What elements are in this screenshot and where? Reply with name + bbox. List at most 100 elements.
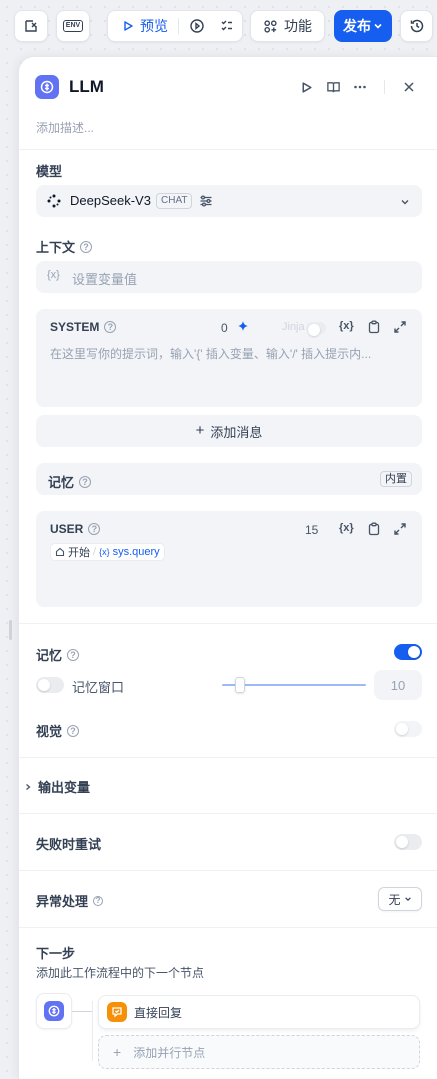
context-variable-input[interactable]: {x} 设置变量值 [36, 261, 422, 293]
memory-section-label: 记忆 ? [36, 645, 80, 664]
model-settings-icon[interactable] [199, 194, 213, 208]
add-parallel-node-button[interactable]: + 添加并行节点 [98, 1035, 420, 1069]
panel-resize-handle[interactable] [9, 620, 12, 640]
plus-icon: + [113, 1044, 122, 1060]
close-panel-button[interactable] [399, 77, 419, 97]
chevron-right-icon [26, 783, 31, 790]
memory-toggle[interactable] [394, 644, 422, 660]
run-history-button[interactable] [184, 11, 210, 41]
vision-toggle[interactable] [394, 721, 422, 737]
output-vars-toggle[interactable]: 输出变量 [24, 777, 90, 796]
variable-pill[interactable]: 开始 / {x} sys.query [50, 543, 165, 561]
chevron-down-icon [374, 23, 382, 29]
error-handling-text: 异常处理 [36, 894, 89, 909]
env-icon: ENV [62, 20, 84, 32]
description-input[interactable]: 添加描述... [36, 119, 94, 136]
node-config-panel: LLM 添加描述... 模型 DeepSeek-V3 CHAT 上下文 ? {x… [18, 56, 437, 1079]
output-vars-label: 输出变量 [38, 780, 91, 795]
node-title[interactable]: LLM [69, 77, 104, 97]
divider [19, 757, 437, 758]
memory-window-value-text: 10 [390, 677, 406, 693]
connector-line [72, 1011, 92, 1012]
add-message-button[interactable]: + 添加消息 [36, 415, 422, 447]
retry-section-label: 失败时重试 [36, 834, 101, 853]
more-horizontal-icon [354, 85, 366, 89]
memory-block-label: 记忆 ? [48, 472, 92, 491]
help-icon: ? [93, 895, 104, 906]
memory-window-slider[interactable] [222, 677, 366, 693]
features-button[interactable]: 功能 [250, 10, 325, 42]
variable-icon: {x} [99, 547, 110, 557]
more-options-button[interactable] [350, 77, 370, 97]
memory-block: 记忆 ? 内置 [36, 463, 422, 495]
connector-vertical [92, 1001, 93, 1061]
version-history-button[interactable] [400, 10, 433, 42]
retry-label-text: 失败时重试 [36, 837, 102, 852]
variable-inspect-button[interactable] [14, 10, 48, 42]
error-handling-label: 异常处理 ? [36, 891, 104, 910]
add-message-label: 添加消息 [210, 424, 263, 440]
help-icon: ? [79, 475, 92, 488]
env-button[interactable]: ENV [56, 10, 90, 42]
vision-label-text: 视觉 [36, 724, 63, 739]
var-source-text: 开始 [68, 547, 90, 559]
slider-handle[interactable] [235, 677, 245, 693]
play-icon [124, 21, 133, 31]
add-parallel-label: 添加并行节点 [133, 1045, 206, 1060]
var-name-text: sys.query [112, 546, 160, 558]
plus-icon: + [195, 422, 205, 439]
features-label: 功能 [284, 18, 312, 34]
divider [19, 149, 437, 150]
insert-variable-icon[interactable]: {x} [339, 320, 354, 332]
retry-toggle[interactable] [394, 834, 422, 850]
publish-button[interactable]: 发布 [334, 10, 392, 42]
model-label-text: 模型 [36, 164, 63, 179]
system-char-count: 0 [221, 321, 228, 335]
checklist-button[interactable] [214, 11, 240, 41]
error-handling-select[interactable]: 无 [378, 887, 422, 911]
divider [19, 927, 437, 928]
chevron-down-icon [401, 200, 409, 205]
clock-play-icon [190, 19, 204, 33]
publish-label: 发布 [343, 18, 371, 34]
memory-label-text: 记忆 [36, 648, 63, 663]
clipboard-icon[interactable] [367, 320, 381, 334]
insert-variable-icon[interactable]: {x} [339, 522, 354, 534]
help-icon: ? [88, 523, 101, 535]
help-doc-button[interactable] [323, 77, 343, 97]
user-role-label: USER ? [50, 522, 101, 536]
divider [19, 870, 437, 871]
chevron-down-icon [404, 897, 411, 902]
user-prompt-editor: USER ? 15 {x} 开始 / {x} sys.query [36, 511, 422, 607]
model-selector[interactable]: DeepSeek-V3 CHAT [36, 185, 422, 217]
clipboard-icon[interactable] [367, 522, 381, 536]
jinja-label: Jinja [282, 321, 305, 333]
model-section-label: 模型 [36, 161, 62, 180]
divider [19, 813, 437, 814]
preview-button[interactable]: 预览 [112, 11, 178, 41]
next-node-label: 直接回复 [134, 1005, 183, 1020]
memory-window-toggle[interactable] [36, 677, 64, 693]
help-icon: ? [67, 648, 80, 661]
llm-node-icon [44, 1001, 64, 1021]
system-prompt-editor: SYSTEM ? 0 Jinja {x} 在这里写你的提示词，输入'{' 插入变… [36, 309, 422, 407]
model-mode-tag: CHAT [156, 193, 193, 209]
expand-icon[interactable] [393, 522, 407, 536]
play-icon [301, 81, 312, 93]
preview-label: 预览 [140, 18, 168, 34]
divider [19, 623, 437, 624]
system-prompt-input[interactable]: 在这里写你的提示词，输入'{' 插入变量、输入'/' 插入提示内... [50, 345, 410, 362]
memory-window-value[interactable]: 10 [374, 670, 422, 700]
next-node-item[interactable]: 直接回复 [98, 995, 420, 1029]
jinja-toggle[interactable] [306, 322, 326, 336]
run-node-button[interactable] [296, 77, 316, 97]
run-controls: 预览 [107, 10, 243, 42]
ai-sparkle-icon[interactable] [236, 320, 250, 334]
panel-header: LLM [35, 74, 104, 100]
var-separator: / [93, 546, 97, 558]
builtin-badge: 内置 [380, 471, 412, 487]
system-role-text: SYSTEM [50, 320, 100, 334]
answer-node-icon [107, 1002, 127, 1022]
memory-window-label: 记忆窗口 [72, 680, 125, 695]
expand-icon[interactable] [393, 320, 407, 334]
